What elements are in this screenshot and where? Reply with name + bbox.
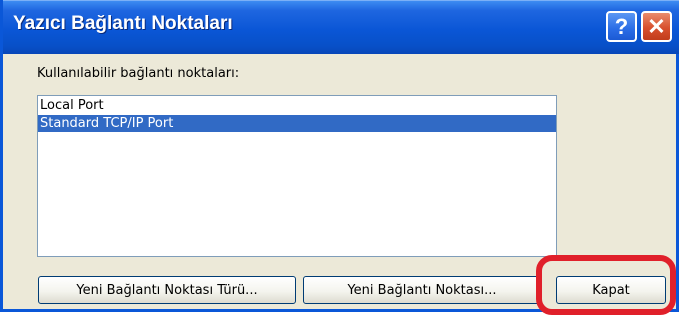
list-item-standard-tcpip-port[interactable]: Standard TCP/IP Port bbox=[38, 115, 556, 132]
dialog-title: Yazıcı Bağlantı Noktaları bbox=[13, 13, 233, 34]
close-window-button[interactable]: ✕ bbox=[641, 11, 672, 42]
close-button[interactable]: Kapat bbox=[556, 276, 666, 304]
available-ports-label: Kullanılabilir bağlantı noktaları: bbox=[37, 66, 240, 81]
new-port-type-button[interactable]: Yeni Bağlantı Noktası Türü... bbox=[38, 276, 296, 304]
printer-ports-dialog: Yazıcı Bağlantı Noktaları ? ✕ Kullanılab… bbox=[0, 0, 679, 315]
new-port-button[interactable]: Yeni Bağlantı Noktası... bbox=[303, 276, 541, 304]
help-button[interactable]: ? bbox=[606, 11, 637, 42]
close-icon: ✕ bbox=[647, 13, 666, 39]
list-item-local-port[interactable]: Local Port bbox=[38, 97, 556, 114]
ports-listbox[interactable]: Local Port Standard TCP/IP Port bbox=[37, 95, 557, 257]
help-icon: ? bbox=[614, 13, 629, 39]
title-bar[interactable]: Yazıcı Bağlantı Noktaları ? ✕ bbox=[3, 0, 679, 54]
